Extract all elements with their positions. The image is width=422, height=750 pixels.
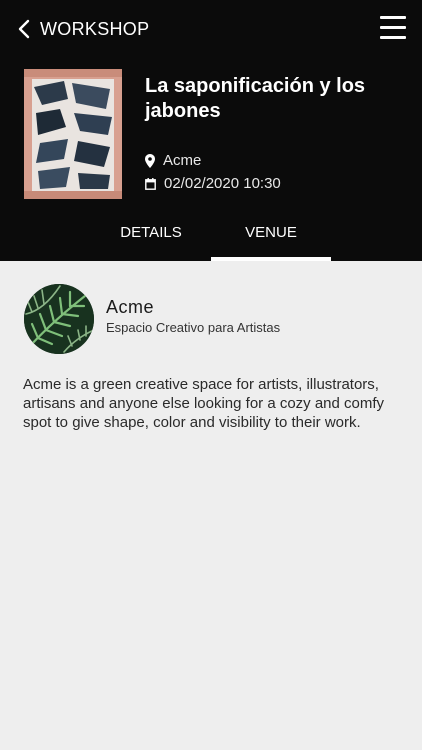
chevron-left-icon	[18, 19, 30, 39]
calendar-icon	[145, 177, 164, 190]
venue-description: Acme is a green creative space for artis…	[23, 376, 385, 431]
back-label: WORKSHOP	[40, 18, 150, 39]
hamburger-menu-icon[interactable]	[380, 16, 406, 42]
top-bar: WORKSHOP	[0, 0, 422, 56]
tab-venue[interactable]: VENUE	[211, 218, 331, 261]
event-location-text: Acme	[163, 152, 202, 169]
back-button[interactable]: WORKSHOP	[18, 14, 149, 44]
event-datetime-text: 02/02/2020 10:30	[164, 175, 281, 192]
event-header: WORKSHOP La saponificación y los jabones	[0, 0, 422, 261]
event-datetime: 02/02/2020 10:30	[145, 175, 281, 192]
venue-name: Acme	[106, 297, 155, 317]
tab-details[interactable]: DETAILS	[91, 218, 211, 261]
venue-avatar	[24, 284, 94, 354]
event-title: La saponificación y los jabones	[145, 75, 366, 122]
map-pin-icon	[145, 153, 163, 168]
venue-subtitle: Espacio Creativo para Artistas	[106, 320, 281, 335]
active-tab-indicator	[211, 257, 331, 261]
event-thumbnail	[24, 69, 122, 199]
tab-bar: DETAILS VENUE	[0, 218, 422, 261]
event-location: Acme	[145, 152, 201, 169]
